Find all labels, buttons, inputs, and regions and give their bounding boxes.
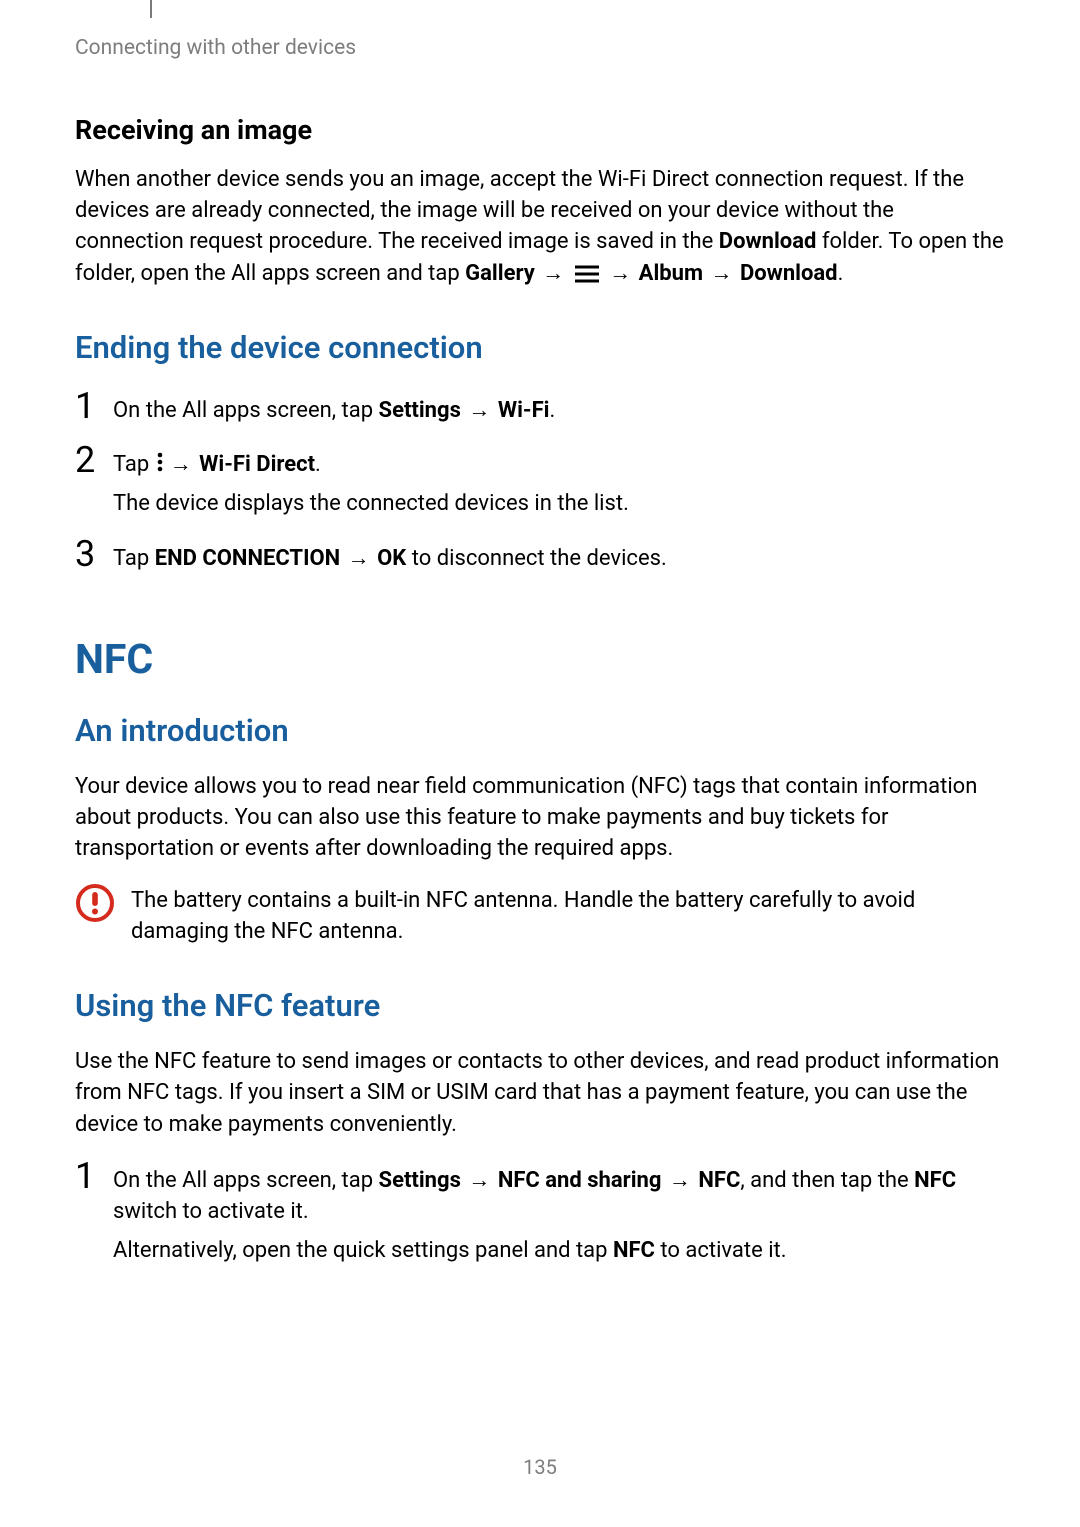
arrow-icon: →	[667, 1168, 693, 1193]
step-body: On the All apps screen, tap Settings → N…	[113, 1158, 1005, 1267]
text: Tap	[113, 546, 155, 571]
step-subtext: Alternatively, open the quick settings p…	[113, 1235, 1005, 1266]
text: On the All apps screen, tap	[113, 1168, 379, 1193]
paragraph-using-nfc: Use the NFC feature to send images or co…	[75, 1046, 1005, 1140]
text: Alternatively, open the quick settings p…	[113, 1238, 613, 1263]
bold-album: Album	[639, 261, 703, 286]
hamburger-icon	[575, 265, 599, 283]
step-2: 2 Tap → Wi-Fi Direct. The device display…	[75, 442, 1005, 519]
bold-gallery: Gallery	[465, 261, 535, 286]
bold-ok: OK	[377, 546, 406, 571]
bold-wifi: Wi-Fi	[498, 398, 550, 423]
step-body: Tap END CONNECTION → OK to disconnect th…	[113, 536, 667, 574]
heading-ending-connection: Ending the device connection	[75, 329, 1005, 366]
bold-download: Download	[719, 229, 817, 254]
running-header: Connecting with other devices	[75, 36, 1005, 60]
top-guide-mark	[150, 0, 152, 18]
step-number: 2	[75, 442, 113, 519]
paragraph-receiving-image: When another device sends you an image, …	[75, 164, 1005, 289]
step-subtext: The device displays the connected device…	[113, 488, 629, 519]
bold-settings: Settings	[379, 398, 461, 423]
bold-download: Download	[740, 261, 838, 286]
more-options-icon	[157, 452, 163, 472]
text: .	[838, 261, 844, 286]
step-body: On the All apps screen, tap Settings → W…	[113, 388, 555, 426]
heading-using-nfc: Using the NFC feature	[75, 987, 1005, 1024]
text: On the All apps screen, tap	[113, 398, 379, 423]
bold-wifi-direct: Wi-Fi Direct	[199, 452, 315, 477]
arrow-icon: →	[540, 261, 566, 286]
step-1-nfc: 1 On the All apps screen, tap Settings →…	[75, 1158, 1005, 1267]
paragraph-intro: Your device allows you to read near fiel…	[75, 771, 1005, 865]
step-number: 1	[75, 1158, 113, 1267]
step-1: 1 On the All apps screen, tap Settings →…	[75, 388, 1005, 426]
heading-receiving-image: Receiving an image	[75, 114, 1005, 146]
bold-nfc: NFC	[914, 1168, 956, 1193]
bold-end-connection: END CONNECTION	[155, 546, 341, 571]
arrow-icon: →	[346, 546, 372, 571]
caution-note: The battery contains a built-in NFC ante…	[75, 883, 1005, 947]
step-body: Tap → Wi-Fi Direct. The device displays …	[113, 442, 629, 519]
text: to activate it.	[655, 1238, 787, 1263]
text: , and then tap the	[740, 1168, 914, 1193]
step-number: 1	[75, 388, 113, 426]
page-number: 135	[0, 1455, 1080, 1479]
heading-nfc: NFC	[75, 636, 1005, 684]
step-3: 3 Tap END CONNECTION → OK to disconnect …	[75, 536, 1005, 574]
caution-text: The battery contains a built-in NFC ante…	[131, 883, 1005, 947]
text: to disconnect the devices.	[406, 546, 666, 571]
bold-nfc: NFC	[613, 1238, 655, 1263]
arrow-icon: →	[168, 452, 194, 477]
bold-nfc-sharing: NFC and sharing	[498, 1168, 662, 1193]
bold-settings: Settings	[379, 1168, 461, 1193]
text: Tap	[113, 452, 155, 477]
bold-nfc: NFC	[698, 1168, 740, 1193]
text: .	[315, 452, 321, 477]
arrow-icon: →	[607, 261, 633, 286]
caution-icon	[75, 883, 131, 947]
text: switch to activate it.	[113, 1199, 309, 1224]
heading-introduction: An introduction	[75, 712, 1005, 749]
text: .	[549, 398, 555, 423]
arrow-icon: →	[466, 1168, 492, 1193]
arrow-icon: →	[466, 398, 492, 423]
step-number: 3	[75, 536, 113, 574]
arrow-icon: →	[708, 261, 734, 286]
